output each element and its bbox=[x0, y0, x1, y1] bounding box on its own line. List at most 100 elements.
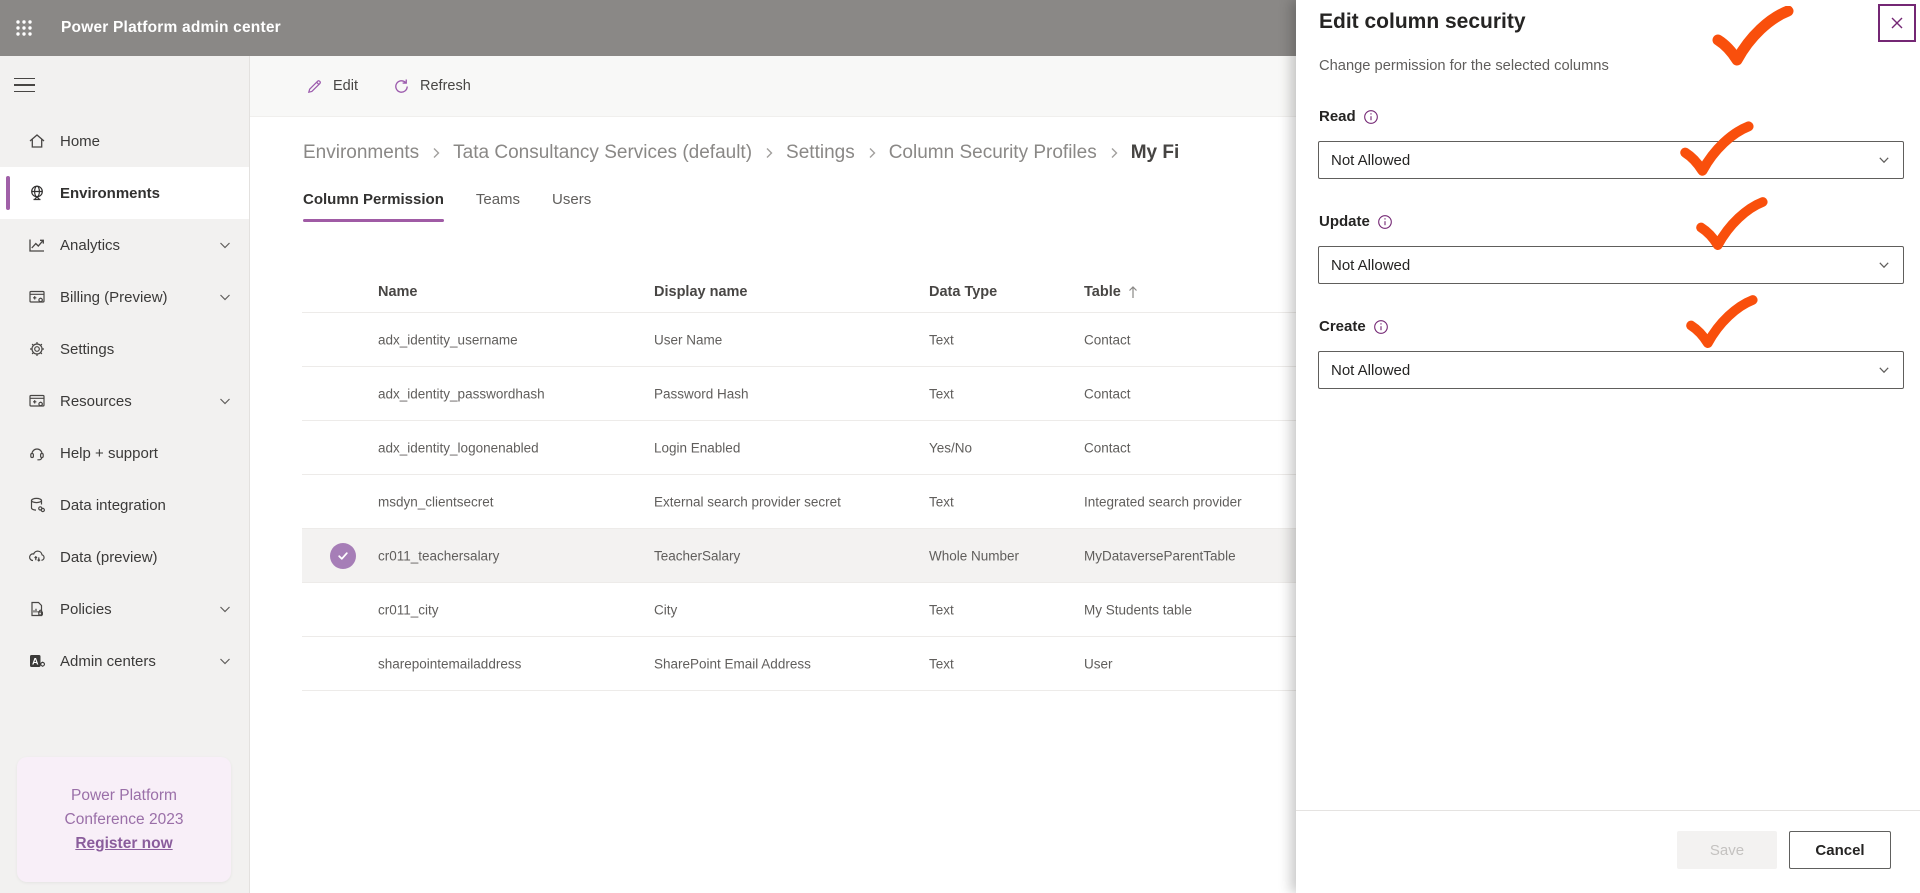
cell-name: adx_identity_passwordhash bbox=[378, 386, 545, 401]
table-header-row: Name Display name Data Type Table bbox=[302, 272, 1296, 313]
sidebar-item-home[interactable]: Home bbox=[0, 115, 249, 167]
cell-display-name: External search provider secret bbox=[654, 494, 841, 509]
table-row[interactable]: adx_identity_username User Name Text Con… bbox=[302, 313, 1296, 367]
cell-table: Integrated search provider bbox=[1084, 494, 1242, 509]
cell-name: cr011_teachersalary bbox=[378, 548, 500, 563]
cancel-button[interactable]: Cancel bbox=[1789, 831, 1891, 869]
read-dropdown-value: Not Allowed bbox=[1331, 151, 1411, 169]
sidebar-item-label: Data (preview) bbox=[60, 548, 158, 566]
table-row[interactable]: adx_identity_passwordhash Password Hash … bbox=[302, 367, 1296, 421]
column-header-table[interactable]: Table bbox=[1084, 284, 1139, 300]
sidebar-item-analytics[interactable]: Analytics bbox=[0, 219, 249, 271]
billing-icon bbox=[27, 287, 47, 307]
refresh-button[interactable]: Refresh bbox=[392, 77, 471, 96]
breadcrumb-item[interactable]: Column Security Profiles bbox=[889, 142, 1097, 164]
update-dropdown-value: Not Allowed bbox=[1331, 256, 1411, 274]
sidebar-item-resources[interactable]: Resources bbox=[0, 375, 249, 427]
refresh-icon bbox=[392, 77, 411, 96]
globe-icon bbox=[27, 183, 47, 203]
cell-table: Contact bbox=[1084, 386, 1131, 401]
cell-data-type: Yes/No bbox=[929, 440, 973, 455]
chevron-down-icon bbox=[217, 393, 233, 409]
info-icon[interactable] bbox=[1363, 109, 1379, 125]
column-header-name[interactable]: Name bbox=[378, 284, 418, 300]
cell-data-type: Text bbox=[929, 602, 954, 617]
breadcrumb-item[interactable]: Environments bbox=[303, 142, 419, 164]
columns-table: Name Display name Data Type Table adx_id… bbox=[302, 272, 1296, 691]
cell-table: User bbox=[1084, 656, 1113, 671]
policies-icon bbox=[27, 599, 47, 619]
table-row-selected[interactable]: cr011_teachersalary TeacherSalary Whole … bbox=[302, 529, 1296, 583]
row-selected-check-icon[interactable] bbox=[330, 542, 356, 569]
sidebar-item-label: Billing (Preview) bbox=[60, 288, 168, 306]
chevron-right-icon bbox=[429, 146, 443, 160]
cell-data-type: Text bbox=[929, 494, 954, 509]
cell-table: My Students table bbox=[1084, 602, 1193, 617]
close-icon[interactable] bbox=[1878, 4, 1916, 42]
update-label-text: Update bbox=[1319, 213, 1370, 230]
sidebar-item-help-support[interactable]: Help + support bbox=[0, 427, 249, 479]
breadcrumb-item[interactable]: Settings bbox=[786, 142, 855, 164]
edit-button[interactable]: Edit bbox=[305, 77, 358, 96]
sidebar-item-environments[interactable]: Environments bbox=[0, 167, 249, 219]
cloud-sync-icon bbox=[27, 547, 47, 567]
cell-display-name: Password Hash bbox=[654, 386, 749, 401]
cell-data-type: Text bbox=[929, 656, 954, 671]
app-launcher-icon[interactable] bbox=[0, 0, 48, 56]
home-icon bbox=[27, 131, 47, 151]
info-icon[interactable] bbox=[1373, 319, 1389, 335]
cell-name: adx_identity_username bbox=[378, 332, 518, 347]
sidebar-item-settings[interactable]: Settings bbox=[0, 323, 249, 375]
table-row[interactable]: cr011_city City Text My Students table bbox=[302, 583, 1296, 637]
update-field-label: Update bbox=[1319, 213, 1393, 230]
gear-icon bbox=[27, 339, 47, 359]
table-row[interactable]: sharepointemailaddress SharePoint Email … bbox=[302, 637, 1296, 691]
cell-display-name: TeacherSalary bbox=[654, 548, 741, 563]
sidebar-item-label: Environments bbox=[60, 184, 161, 202]
sidebar-item-label: Admin centers bbox=[60, 652, 156, 670]
save-button[interactable]: Save bbox=[1677, 831, 1777, 869]
column-header-data-type[interactable]: Data Type bbox=[929, 284, 997, 300]
svg-text:A: A bbox=[32, 656, 39, 666]
breadcrumb-current-page: My Fi bbox=[1130, 142, 1180, 163]
main-content: Edit Refresh Environments Tata Consultan… bbox=[250, 56, 1296, 893]
chevron-down-icon bbox=[217, 601, 233, 617]
tab-teams[interactable]: Teams bbox=[476, 191, 520, 222]
sidebar-item-policies[interactable]: Policies bbox=[0, 583, 249, 635]
breadcrumb-item[interactable]: Tata Consultancy Services (default) bbox=[453, 142, 752, 164]
admin-centers-icon: A bbox=[27, 651, 47, 671]
command-bar: Edit Refresh bbox=[250, 56, 1296, 117]
info-icon[interactable] bbox=[1377, 214, 1393, 230]
tab-bar: Column Permission Teams Users bbox=[303, 191, 1296, 222]
analytics-icon bbox=[27, 235, 47, 255]
cell-name: cr011_city bbox=[378, 602, 439, 617]
promo-register-link[interactable]: Register now bbox=[75, 832, 172, 856]
promo-line1: Power Platform bbox=[71, 786, 177, 804]
create-permission-dropdown[interactable]: Not Allowed bbox=[1318, 351, 1904, 389]
sidebar-item-label: Data integration bbox=[60, 496, 166, 514]
cell-data-type: Text bbox=[929, 386, 954, 401]
table-row[interactable]: adx_identity_logonenabled Login Enabled … bbox=[302, 421, 1296, 475]
chevron-right-icon bbox=[865, 146, 879, 160]
create-dropdown-value: Not Allowed bbox=[1331, 361, 1411, 379]
column-header-table-label: Table bbox=[1084, 284, 1121, 300]
chevron-down-icon bbox=[1877, 363, 1891, 377]
tab-users[interactable]: Users bbox=[552, 191, 591, 222]
headset-icon bbox=[27, 443, 47, 463]
update-permission-dropdown[interactable]: Not Allowed bbox=[1318, 246, 1904, 284]
tab-column-permission[interactable]: Column Permission bbox=[303, 191, 444, 222]
cell-name: sharepointemailaddress bbox=[378, 656, 522, 671]
sidebar-item-data-preview[interactable]: Data (preview) bbox=[0, 531, 249, 583]
sidebar-item-admin-centers[interactable]: A Admin centers bbox=[0, 635, 249, 687]
column-header-display-name[interactable]: Display name bbox=[654, 284, 748, 300]
sidebar-item-billing[interactable]: Billing (Preview) bbox=[0, 271, 249, 323]
table-row[interactable]: msdyn_clientsecret External search provi… bbox=[302, 475, 1296, 529]
chevron-down-icon bbox=[217, 237, 233, 253]
nav-collapse-icon[interactable] bbox=[14, 70, 46, 100]
cell-display-name: SharePoint Email Address bbox=[654, 656, 811, 671]
chevron-right-icon bbox=[762, 146, 776, 160]
read-permission-dropdown[interactable]: Not Allowed bbox=[1318, 141, 1904, 179]
sidebar-item-label: Home bbox=[60, 132, 101, 150]
sidebar-item-data-integration[interactable]: Data integration bbox=[0, 479, 249, 531]
cell-data-type: Text bbox=[929, 332, 954, 347]
